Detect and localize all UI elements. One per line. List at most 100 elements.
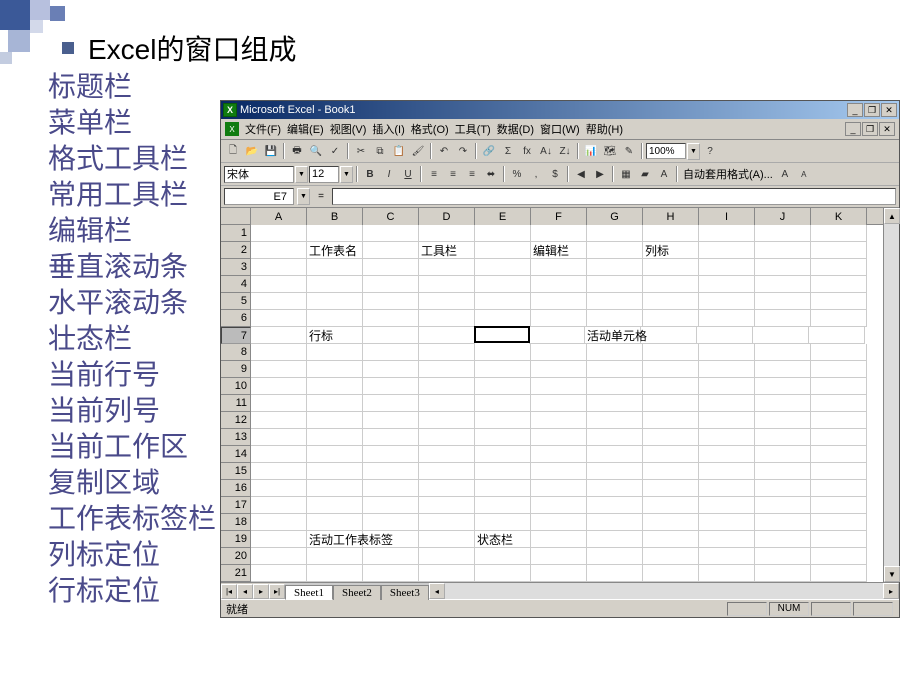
cell[interactable] xyxy=(307,446,363,463)
cell[interactable] xyxy=(419,293,475,310)
name-box[interactable]: E7 xyxy=(224,188,294,205)
cell[interactable] xyxy=(811,378,867,395)
cell[interactable] xyxy=(419,225,475,242)
sort-desc-icon[interactable]: Z↓ xyxy=(556,142,574,160)
row-header[interactable]: 18 xyxy=(221,514,251,531)
cell[interactable] xyxy=(419,310,475,327)
horizontal-scrollbar[interactable]: ◂ ▸ xyxy=(429,583,899,599)
cell[interactable] xyxy=(699,565,755,582)
cell[interactable]: 工作表名 xyxy=(307,242,363,259)
cell[interactable] xyxy=(755,531,811,548)
column-header[interactable]: J xyxy=(755,208,811,225)
cell[interactable] xyxy=(475,480,531,497)
cell[interactable] xyxy=(475,412,531,429)
autoformat-button[interactable]: 自动套用格式(A)... xyxy=(681,166,775,182)
cell[interactable] xyxy=(251,361,307,378)
doc-maximize-button[interactable]: ❐ xyxy=(862,122,878,136)
sort-asc-icon[interactable]: A↓ xyxy=(537,142,555,160)
column-header[interactable]: H xyxy=(643,208,699,225)
cell[interactable] xyxy=(699,412,755,429)
cell[interactable] xyxy=(363,276,419,293)
cell[interactable] xyxy=(307,361,363,378)
sum-icon[interactable]: Σ xyxy=(499,142,517,160)
cell[interactable] xyxy=(699,293,755,310)
size-dropdown-icon[interactable]: ▼ xyxy=(340,166,353,183)
doc-close-button[interactable]: ✕ xyxy=(879,122,895,136)
cell[interactable] xyxy=(811,225,867,242)
cell[interactable] xyxy=(307,293,363,310)
row-header[interactable]: 20 xyxy=(221,548,251,565)
cell[interactable] xyxy=(699,446,755,463)
menu-item[interactable]: 数据(D) xyxy=(497,121,534,137)
cell[interactable] xyxy=(587,548,643,565)
column-header[interactable]: F xyxy=(531,208,587,225)
bold-icon[interactable]: B xyxy=(361,165,379,183)
cell[interactable] xyxy=(643,412,699,429)
cell[interactable] xyxy=(531,276,587,293)
cell[interactable] xyxy=(643,514,699,531)
fx-icon[interactable]: fx xyxy=(518,142,536,160)
cell[interactable] xyxy=(475,497,531,514)
font-dropdown-icon[interactable]: ▼ xyxy=(295,166,308,183)
cell[interactable] xyxy=(531,480,587,497)
cell[interactable] xyxy=(811,293,867,310)
cell[interactable] xyxy=(643,497,699,514)
sheet-tab[interactable]: Sheet3 xyxy=(381,585,429,600)
map-icon[interactable]: 🗺 xyxy=(601,142,619,160)
cell[interactable] xyxy=(643,259,699,276)
cell[interactable] xyxy=(419,497,475,514)
menu-item[interactable]: 文件(F) xyxy=(245,121,281,137)
cell[interactable] xyxy=(363,378,419,395)
cell[interactable] xyxy=(699,361,755,378)
cell[interactable] xyxy=(475,276,531,293)
cell[interactable] xyxy=(419,480,475,497)
cell[interactable] xyxy=(251,293,307,310)
cell[interactable] xyxy=(587,276,643,293)
cell[interactable] xyxy=(587,395,643,412)
cell[interactable] xyxy=(363,225,419,242)
cell[interactable] xyxy=(811,446,867,463)
cell[interactable] xyxy=(531,531,587,548)
cell[interactable] xyxy=(363,293,419,310)
menu-item[interactable]: 窗口(W) xyxy=(540,121,580,137)
scroll-right-icon[interactable]: ▸ xyxy=(883,583,899,599)
cell[interactable] xyxy=(587,293,643,310)
percent-icon[interactable]: % xyxy=(508,165,526,183)
cell[interactable] xyxy=(475,344,531,361)
cell[interactable] xyxy=(363,327,419,344)
cell[interactable] xyxy=(587,497,643,514)
cell[interactable] xyxy=(755,293,811,310)
cell[interactable] xyxy=(475,463,531,480)
cell[interactable] xyxy=(643,344,699,361)
row-header[interactable]: 9 xyxy=(221,361,251,378)
scroll-down-icon[interactable]: ▼ xyxy=(884,566,900,582)
cell[interactable] xyxy=(587,514,643,531)
cell[interactable] xyxy=(531,361,587,378)
cell[interactable] xyxy=(419,378,475,395)
cell[interactable] xyxy=(475,514,531,531)
cell[interactable] xyxy=(419,514,475,531)
cell[interactable] xyxy=(475,429,531,446)
cell[interactable] xyxy=(419,412,475,429)
menu-item[interactable]: 插入(I) xyxy=(372,121,404,137)
cell[interactable] xyxy=(363,395,419,412)
vertical-scrollbar[interactable]: ▲ ▼ xyxy=(883,208,899,582)
cell[interactable] xyxy=(531,293,587,310)
cell[interactable] xyxy=(811,412,867,429)
copy-icon[interactable]: ⧉ xyxy=(371,142,389,160)
underline-icon[interactable]: U xyxy=(399,165,417,183)
cell[interactable] xyxy=(251,429,307,446)
font-increase-icon[interactable]: A xyxy=(776,165,794,183)
currency-icon[interactable]: $ xyxy=(546,165,564,183)
cell[interactable] xyxy=(419,344,475,361)
column-header[interactable]: K xyxy=(811,208,867,225)
font-selector[interactable]: 宋体 xyxy=(224,166,294,183)
menu-item[interactable]: 帮助(H) xyxy=(586,121,623,137)
cell[interactable]: 活动工作表标签 xyxy=(307,531,363,548)
formula-input[interactable] xyxy=(332,188,896,205)
cell[interactable] xyxy=(531,412,587,429)
close-button[interactable]: ✕ xyxy=(881,103,897,117)
row-header[interactable]: 19 xyxy=(221,531,251,548)
cell[interactable] xyxy=(307,412,363,429)
cell[interactable] xyxy=(699,225,755,242)
